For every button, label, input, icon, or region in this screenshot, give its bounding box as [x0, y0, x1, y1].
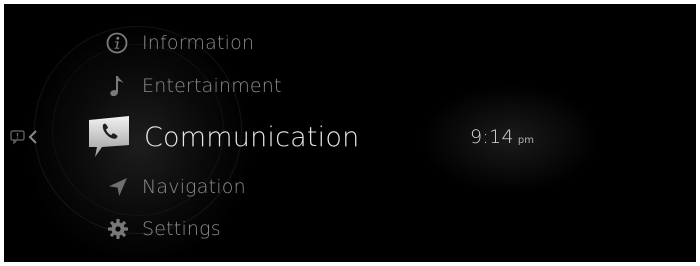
music-note-icon — [107, 74, 127, 98]
menu-label-communication: Communication — [144, 121, 360, 153]
notification-back-icon — [10, 130, 37, 145]
menu-item-communication[interactable]: Communication — [86, 114, 359, 160]
menu-label-settings: Settings — [142, 218, 221, 240]
clock: 9:14 pm — [470, 126, 534, 148]
info-icon — [106, 32, 128, 54]
menu-label-entertainment: Entertainment — [142, 75, 282, 97]
menu-label-information: Information — [142, 32, 255, 54]
menu-label-navigation: Navigation — [142, 176, 246, 198]
clock-time: 9:14 — [470, 126, 514, 148]
menu-item-entertainment[interactable]: Entertainment — [107, 74, 282, 98]
clock-ampm: pm — [517, 135, 534, 146]
menu-item-settings[interactable]: Settings — [107, 218, 221, 240]
navigation-arrow-icon — [107, 176, 129, 198]
back-button[interactable] — [10, 128, 44, 146]
phone-icon — [86, 114, 132, 160]
menu-item-navigation[interactable]: Navigation — [107, 176, 246, 198]
gear-icon — [107, 218, 129, 240]
infotainment-screen: Information Entertainment Communication … — [4, 4, 696, 262]
menu-item-information[interactable]: Information — [106, 32, 254, 54]
